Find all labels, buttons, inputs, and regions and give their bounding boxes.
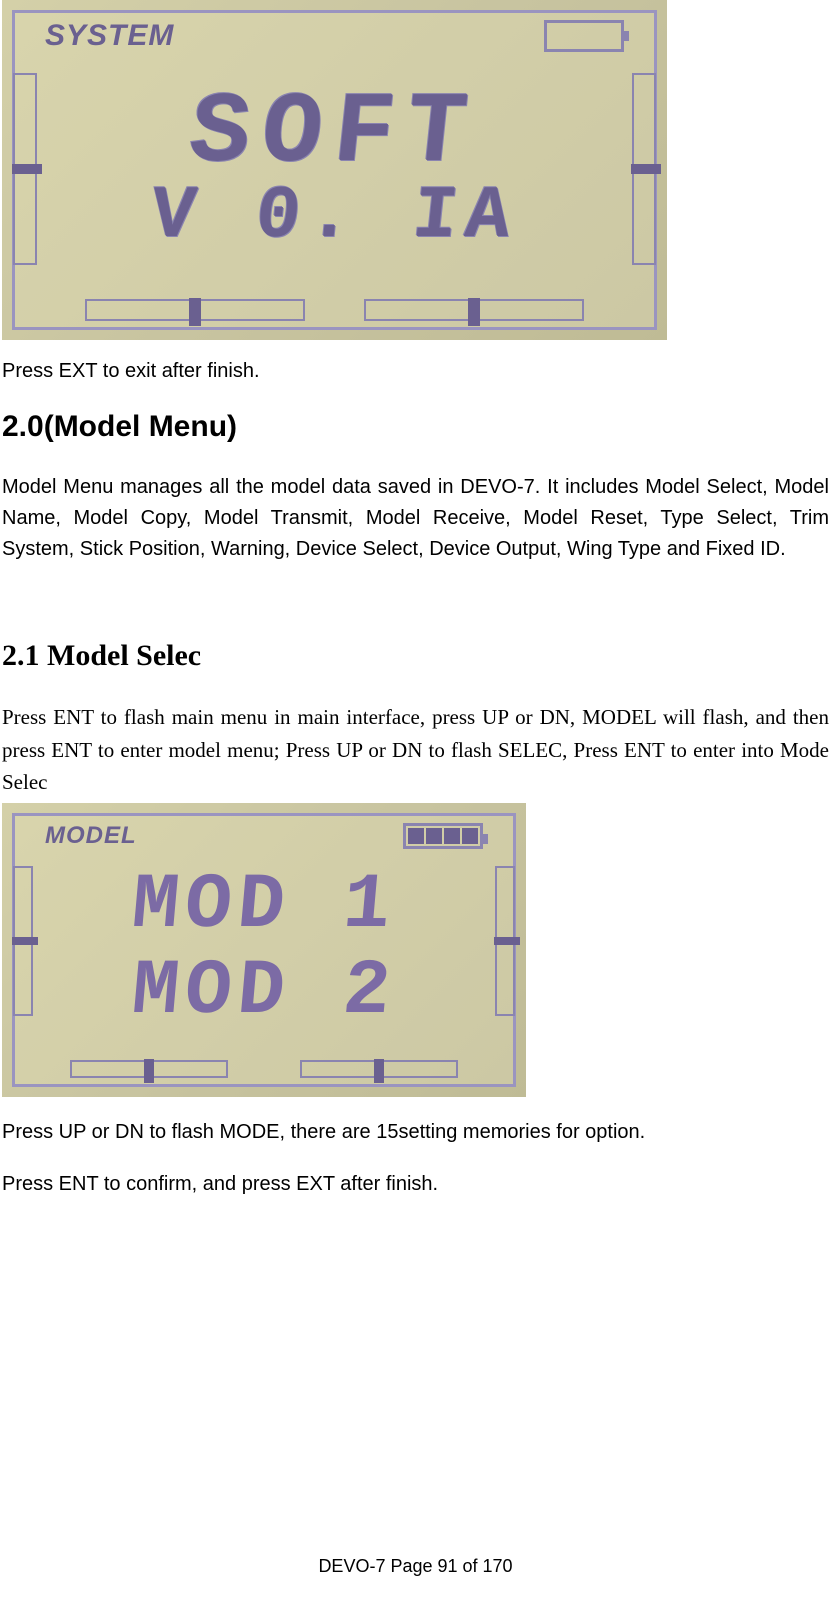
battery-segment	[408, 828, 424, 844]
battery-segment	[426, 828, 442, 844]
lcd-center-content: MOD 1 MOD 2	[65, 861, 463, 1039]
lcd-line2-text: V 0. IA	[147, 182, 521, 252]
trim-right-icon	[495, 866, 515, 1016]
trim-marker	[374, 1059, 384, 1083]
heading-model-menu: 2.0(Model Menu)	[2, 410, 829, 444]
instruction-text-confirm: Press ENT to confirm, and press EXT afte…	[2, 1171, 829, 1197]
paragraph-model-selec: Press ENT to flash main menu in main int…	[2, 701, 829, 799]
lcd-header-label: SYSTEM	[45, 19, 174, 53]
trim-bottom-right-icon	[364, 299, 584, 321]
lcd-screenshot-model: MODEL MOD 1 MOD 2	[2, 803, 526, 1097]
trim-marker	[12, 937, 38, 945]
battery-icon	[403, 823, 483, 849]
lcd-line1-text: MOD 1	[128, 864, 400, 950]
battery-segment	[444, 828, 460, 844]
battery-fill-full	[406, 826, 480, 846]
trim-marker	[189, 298, 201, 326]
battery-segment	[462, 828, 478, 844]
lcd-screenshot-system: SYSTEM SOFT V 0. IA	[2, 0, 667, 340]
battery-icon	[544, 20, 624, 52]
page-footer: DEVO-7 Page 91 of 170	[0, 1556, 831, 1577]
lcd-center-content: SOFT V 0. IA	[65, 68, 604, 272]
lcd-line1-text: SOFT	[185, 87, 483, 182]
lcd-header-row: SYSTEM	[45, 19, 624, 53]
lcd-frame: MODEL MOD 1 MOD 2	[12, 813, 516, 1087]
trim-bottom-left-icon	[85, 299, 305, 321]
heading-model-selec: 2.1 Model Selec	[2, 639, 829, 673]
lcd-header-row: MODEL	[45, 822, 483, 850]
battery-fill-empty	[547, 23, 621, 49]
trim-marker	[468, 298, 480, 326]
trim-bottom-right-icon	[300, 1060, 458, 1078]
trim-right-icon	[632, 73, 656, 265]
spacer	[2, 609, 829, 639]
lcd-header-label: MODEL	[45, 822, 137, 850]
trim-bottom-left-icon	[70, 1060, 228, 1078]
trim-marker	[494, 937, 520, 945]
trim-left-icon	[13, 866, 33, 1016]
instruction-text-flash-mode: Press UP or DN to flash MODE, there are …	[2, 1119, 829, 1145]
instruction-text-exit: Press EXT to exit after finish.	[2, 358, 829, 384]
trim-left-icon	[13, 73, 37, 265]
trim-marker	[631, 164, 661, 174]
trim-marker	[12, 164, 42, 174]
paragraph-model-menu: Model Menu manages all the model data sa…	[2, 472, 829, 565]
lcd-line2-text: MOD 2	[128, 950, 400, 1036]
lcd-frame: SYSTEM SOFT V 0. IA	[12, 10, 657, 330]
trim-marker	[144, 1059, 154, 1083]
